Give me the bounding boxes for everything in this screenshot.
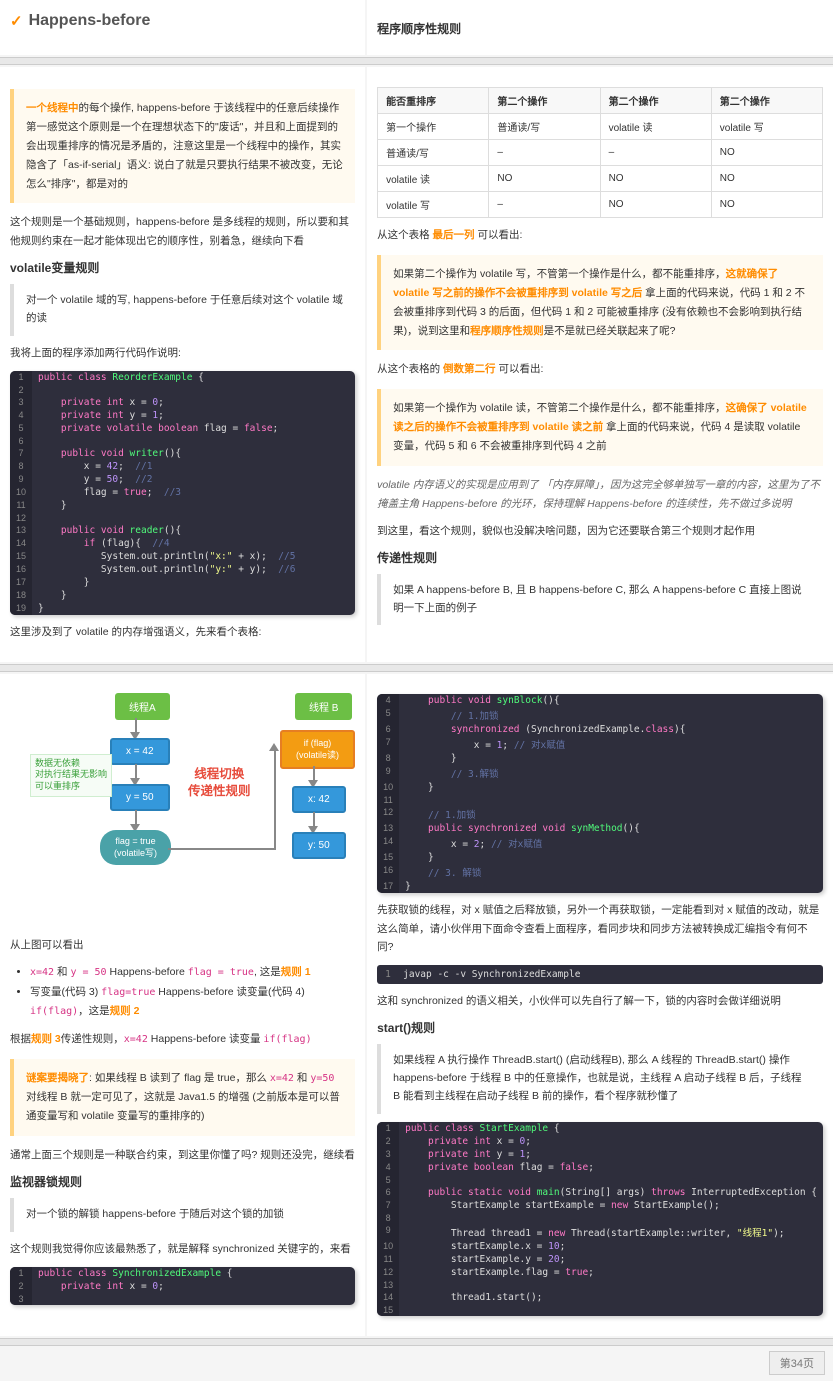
title-text: Happens-before xyxy=(29,12,151,30)
node-rx: x: 42 xyxy=(292,786,346,813)
node-ifflag: if (flag) (volatile读) xyxy=(280,730,355,769)
li2: 写变量(代码 3) flag=true Happens-before 读变量(代… xyxy=(30,983,355,1023)
h2-volatile: volatile变量规则 xyxy=(10,259,355,276)
p1: 这个规则是一个基础规则，happens-before 是多线程的规则，所以要和其… xyxy=(10,213,355,251)
code-sync-start: 1public class SynchronizedExample {2 pri… xyxy=(10,1267,355,1305)
left-3: 线程A 线程 B x = 42 y = 50 flag = true (vola… xyxy=(0,674,365,1336)
divider2 xyxy=(0,664,833,672)
page-title: ✓ Happens-before xyxy=(10,12,355,30)
li1: x=42 和 y = 50 Happens-before flag = true… xyxy=(30,963,355,983)
p9: 根据规则 3传递性规则，x=42 Happens-before 读变量 if(f… xyxy=(10,1030,355,1049)
top-right: 程序顺序性规则 xyxy=(367,0,833,55)
right-3: 4 public void synBlock(){5 // 1.加锁6 sync… xyxy=(367,674,833,1336)
quote-thread: 一个线程中的每个操作, happens-before 于该线程中的任意后续操作 … xyxy=(10,89,355,203)
p4: 从这个表格 最后一列 可以看出: xyxy=(377,226,823,245)
p2: 我将上面的程序添加两行代码作说明: xyxy=(10,344,355,363)
node-x42: x = 42 xyxy=(110,738,170,765)
flowchart: 线程A 线程 B x = 42 y = 50 flag = true (vola… xyxy=(10,688,355,928)
q4: 如果第一个操作为 volatile 读，不管第二个操作是什么，都不能重排序，这确… xyxy=(377,389,823,466)
node-y50: y = 50 xyxy=(110,784,170,811)
node-threadA: 线程A xyxy=(115,693,170,720)
q7: 对一个锁的解锁 happens-before 于随后对这个锁的加锁 xyxy=(10,1198,355,1232)
p10: 通常上面三个规则是一种联合约束，到这里你懂了吗? 规则还没完，继续看 xyxy=(10,1146,355,1165)
page-number: 第34页 xyxy=(769,1351,825,1375)
right-2: 能否重排序第二个操作第二个操作第二个操作 第一个操作普通读/写volatile … xyxy=(367,67,833,662)
h2-start: start()规则 xyxy=(377,1019,823,1036)
q2: 对一个 volatile 域的写, happens-before 于任意后续对这… xyxy=(10,284,355,336)
code-sync: 4 public void synBlock(){5 // 1.加锁6 sync… xyxy=(377,694,823,893)
p3: 这里涉及到了 volatile 的内存增强语义，先来看个表格: xyxy=(10,623,355,642)
node-flag: flag = true (volatile写) xyxy=(100,830,171,865)
node-ry: y: 50 xyxy=(292,832,346,859)
note: 数据无依赖 对执行结果无影响 可以重排序 xyxy=(30,754,112,797)
p12: 先获取锁的线程，对 x 赋值之后释放锁，另外一个再获取锁，一定能看到对 x 赋值… xyxy=(377,901,823,958)
p5: 从这个表格的 倒数第二行 可以看出: xyxy=(377,360,823,379)
q1-pre: 一个线程中 xyxy=(26,102,79,114)
section-title: 程序顺序性规则 xyxy=(377,20,823,37)
top-left: ✓ Happens-before xyxy=(0,0,365,55)
p7: 到这里，看这个规则，貌似也没解决啥问题，因为它还要联合第三个规则才起作用 xyxy=(377,522,823,541)
q6: 谜案要揭晓了: 如果线程 B 读到了 flag 是 true，那么 x=42 和… xyxy=(10,1059,355,1136)
q3: 如果第二个操作为 volatile 写，不管第一个操作是什么，都不能重排序，这就… xyxy=(377,255,823,351)
p13: 这和 synchronized 的语义相关，小伙伴可以先自行了解一下，锁的内容时… xyxy=(377,992,823,1011)
check-icon: ✓ xyxy=(10,12,23,30)
rules-list: x=42 和 y = 50 Happens-before flag = true… xyxy=(30,963,355,1023)
code-reorder: 1public class ReorderExample {23 private… xyxy=(10,371,355,615)
p11: 这个规则我觉得你应该最熟悉了，就是解释 synchronized 关键字的，来看 xyxy=(10,1240,355,1259)
q1-body: 的每个操作, happens-before 于该线程中的任意后续操作 第一感觉这… xyxy=(26,102,343,190)
q8: 如果线程 A 执行操作 ThreadB.start() (启动线程B), 那么 … xyxy=(377,1044,823,1114)
code-start: 1public class StartExample {2 private in… xyxy=(377,1122,823,1316)
p8: 从上图可以看出 xyxy=(10,936,355,955)
node-threadB: 线程 B xyxy=(295,693,352,720)
divider3 xyxy=(0,1338,833,1346)
p6: volatile 内存语义的实现是应用到了 「内存屏障」，因为这完全够单独写一章… xyxy=(377,476,823,514)
h2-transitive: 传递性规则 xyxy=(377,549,823,566)
reorder-table: 能否重排序第二个操作第二个操作第二个操作 第一个操作普通读/写volatile … xyxy=(377,87,823,218)
divider xyxy=(0,57,833,65)
left-2: 一个线程中的每个操作, happens-before 于该线程中的任意后续操作 … xyxy=(0,67,365,662)
diagram-title: 线程切换 传递性规则 xyxy=(188,766,251,801)
h2-monitor: 监视器锁规则 xyxy=(10,1173,355,1190)
q5: 如果 A happens-before B, 且 B happens-befor… xyxy=(377,574,823,626)
cmd: 1javap -c -v SynchronizedExample xyxy=(377,965,823,984)
